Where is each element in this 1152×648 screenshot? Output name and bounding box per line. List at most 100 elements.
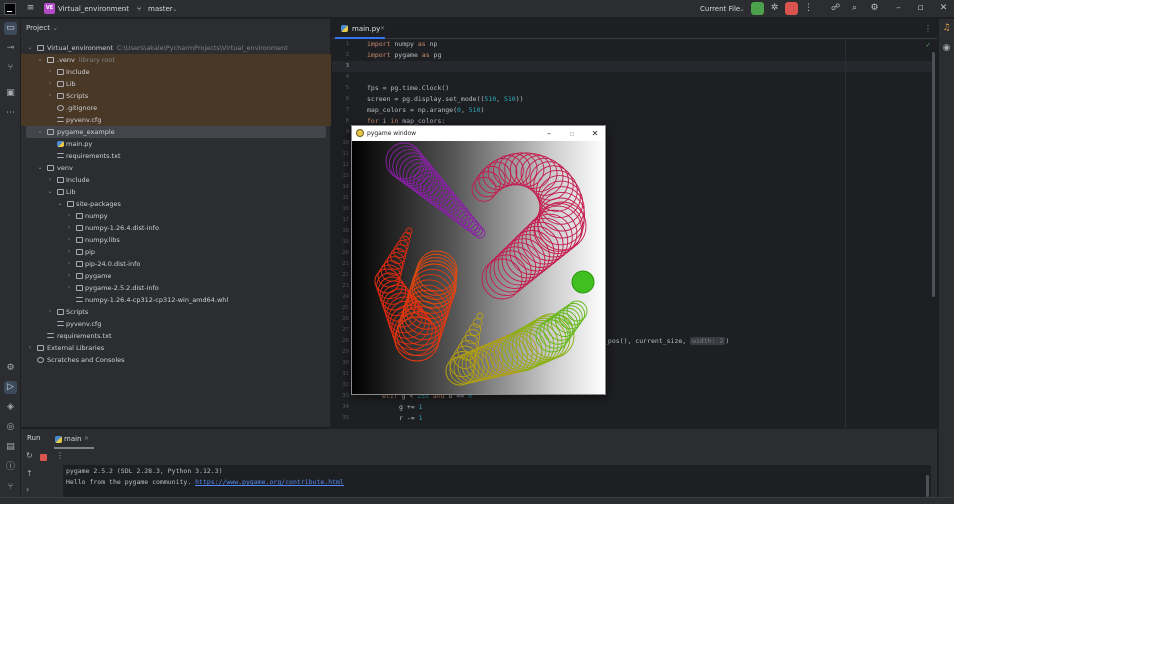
tree-item-venv[interactable]: ⌄ venv <box>21 162 331 174</box>
tree-item-requirements-txt[interactable]: requirements.txt <box>21 330 331 342</box>
project-panel-chevron-icon[interactable]: ⌄ <box>52 24 58 32</box>
run-tool-icon[interactable]: ▷ <box>4 381 17 394</box>
collapsed-chevron-icon[interactable]: › <box>46 306 54 318</box>
structure-icon[interactable]: ▣ <box>4 87 17 100</box>
tree-item-pip[interactable]: › pip <box>21 246 331 258</box>
collapsed-chevron-icon[interactable]: › <box>46 90 54 102</box>
expanded-chevron-icon[interactable]: ⌄ <box>36 162 44 174</box>
project-panel-title[interactable]: Project <box>26 24 50 32</box>
maximize-icon[interactable]: ▫ <box>566 128 578 139</box>
maximize-icon[interactable]: ▫ <box>914 2 927 15</box>
collapsed-chevron-icon[interactable]: › <box>65 246 73 258</box>
collapsed-chevron-icon[interactable]: › <box>65 210 73 222</box>
run-tab-close-icon[interactable]: ✕ <box>84 435 89 442</box>
services-icon[interactable]: ◎ <box>4 421 17 434</box>
search-icon[interactable]: ⌕ <box>848 2 861 15</box>
close-icon[interactable]: ✕ <box>589 128 601 139</box>
tree-item-pyvenv-cfg[interactable]: pyvenv.cfg <box>21 318 331 330</box>
pygame-canvas[interactable] <box>352 141 605 394</box>
pygame-window[interactable]: pygame window – ▫ ✕ <box>351 125 606 395</box>
branch-dropdown-chevron-icon[interactable]: ⌄ <box>172 0 178 18</box>
run-console[interactable]: pygame 2.5.2 (SDL 2.28.3, Python 3.12.3)… <box>63 465 931 498</box>
pull-requests-icon[interactable]: ⑂ <box>4 62 17 75</box>
rerun-icon[interactable]: ↻ <box>26 451 33 460</box>
tree-item-numpy-dist-info[interactable]: › numpy-1.26.4.dist-info <box>21 222 331 234</box>
pygame-title-bar[interactable]: pygame window – ▫ ✕ <box>352 126 605 141</box>
collapsed-chevron-icon[interactable]: › <box>26 342 34 354</box>
ai-assistant-icon[interactable]: ◉ <box>940 42 953 55</box>
tree-item-external-libraries[interactable]: › External Libraries <box>21 342 331 354</box>
tree-item-pygame-example[interactable]: ⌄ pygame_example <box>26 126 326 138</box>
no-problems-check-icon[interactable]: ✓ <box>926 41 930 49</box>
run-config-chevron-icon[interactable]: ⌄ <box>739 0 745 18</box>
main-menu-icon[interactable]: ≡ <box>24 2 37 15</box>
tree-item-gitignore[interactable]: .gitignore <box>21 102 331 114</box>
close-icon[interactable]: ✕ <box>937 2 950 15</box>
expanded-chevron-icon[interactable]: ⌄ <box>26 42 34 54</box>
tab-close-icon[interactable]: ✕ <box>380 25 385 32</box>
tree-item-scripts[interactable]: › Scripts <box>21 306 331 318</box>
expanded-chevron-icon[interactable]: ⌄ <box>46 186 54 198</box>
console-prompt-icon[interactable]: › <box>26 485 29 494</box>
editor-scrollbar[interactable] <box>932 52 935 297</box>
settings-gear-icon[interactable]: ⚙ <box>868 2 881 15</box>
project-badge[interactable]: VE <box>44 3 55 14</box>
collapsed-chevron-icon[interactable]: › <box>46 66 54 78</box>
project-name[interactable]: Virtual_environment <box>58 0 129 18</box>
console-scrollbar[interactable] <box>926 475 929 497</box>
tree-item-numpy-libs[interactable]: › numpy.libs <box>21 234 331 246</box>
tree-item-include[interactable]: › Include <box>21 174 331 186</box>
tree-item-scripts[interactable]: › Scripts <box>21 90 331 102</box>
tab-options-icon[interactable]: ⋮ <box>924 24 932 33</box>
branch-name[interactable]: master <box>148 0 173 18</box>
debug-icon[interactable]: ✲ <box>768 2 781 15</box>
run-more-icon[interactable]: ⋮ <box>56 451 64 460</box>
collapsed-chevron-icon[interactable]: › <box>65 258 73 270</box>
tree-item-main-py[interactable]: main.py <box>21 138 331 150</box>
project-dropdown-chevron-icon[interactable]: ⌄ <box>122 0 128 18</box>
minimize-icon[interactable]: – <box>892 2 905 15</box>
project-tool-folder-icon[interactable]: ▭ <box>4 22 17 35</box>
tab-main-py[interactable]: main.py ✕ <box>335 19 385 39</box>
tree-item-pip-dist-info[interactable]: › pip-24.0.dist-info <box>21 258 331 270</box>
run-tab-main[interactable]: main ✕ <box>54 431 94 449</box>
tree-item-root[interactable]: ⌄ Virtual_environment C:\Users\akale\Pych… <box>21 42 331 54</box>
tree-item-numpy-whl[interactable]: numpy-1.26.4-cp312-cp312-win_amd64.whl <box>21 294 331 306</box>
collapsed-chevron-icon[interactable]: › <box>46 174 54 186</box>
collapsed-chevron-icon[interactable]: › <box>65 270 73 282</box>
tree-item-scratches[interactable]: Scratches and Consoles <box>21 354 331 366</box>
run-panel-title[interactable]: Run <box>27 434 40 442</box>
notifications-bell-icon[interactable]: ♫ <box>940 22 953 35</box>
tree-item-pyvenv-cfg[interactable]: pyvenv.cfg <box>21 114 331 126</box>
expanded-chevron-icon[interactable]: ⌄ <box>36 54 44 66</box>
tree-item-lib[interactable]: › Lib <box>21 78 331 90</box>
git-icon[interactable]: ⑂ <box>4 481 17 494</box>
tree-item-dot-venv[interactable]: ⌄ .venv library root <box>21 54 331 66</box>
collapsed-chevron-icon[interactable]: › <box>65 222 73 234</box>
contribute-link[interactable]: https://www.pygame.org/contribute.html <box>195 478 344 486</box>
tree-item-requirements-txt[interactable]: requirements.txt <box>21 150 331 162</box>
layers-icon[interactable]: ◈ <box>4 401 17 414</box>
pycharm-logo-icon[interactable] <box>4 3 16 15</box>
commit-icon[interactable]: ⊸ <box>4 42 17 55</box>
collapsed-chevron-icon[interactable]: › <box>65 282 73 294</box>
run-config-selector[interactable]: Current File <box>700 0 740 18</box>
more-tools-icon[interactable]: ⋯ <box>4 107 17 120</box>
code-with-me-icon[interactable]: ☍ <box>829 2 842 15</box>
stop-button[interactable] <box>785 2 798 15</box>
tree-item-numpy[interactable]: › numpy <box>21 210 331 222</box>
expanded-chevron-icon[interactable]: ⌄ <box>56 198 64 210</box>
problems-icon[interactable]: ⓘ <box>4 461 17 474</box>
stop-run-icon[interactable] <box>40 454 47 461</box>
tree-item-pygame-dist-info[interactable]: › pygame-2.5.2.dist-info <box>21 282 331 294</box>
python-packages-icon[interactable]: ⚙ <box>4 362 17 375</box>
more-actions-icon[interactable]: ⋮ <box>802 2 815 15</box>
collapsed-chevron-icon[interactable]: › <box>65 234 73 246</box>
minimize-icon[interactable]: – <box>543 128 555 139</box>
rerun-button[interactable] <box>751 2 764 15</box>
expanded-chevron-icon[interactable]: ⌄ <box>36 126 44 138</box>
tree-item-pygame[interactable]: › pygame <box>21 270 331 282</box>
scroll-up-icon[interactable]: ↑ <box>26 469 33 478</box>
tree-item-lib[interactable]: ⌄ Lib <box>21 186 331 198</box>
collapsed-chevron-icon[interactable]: › <box>46 78 54 90</box>
